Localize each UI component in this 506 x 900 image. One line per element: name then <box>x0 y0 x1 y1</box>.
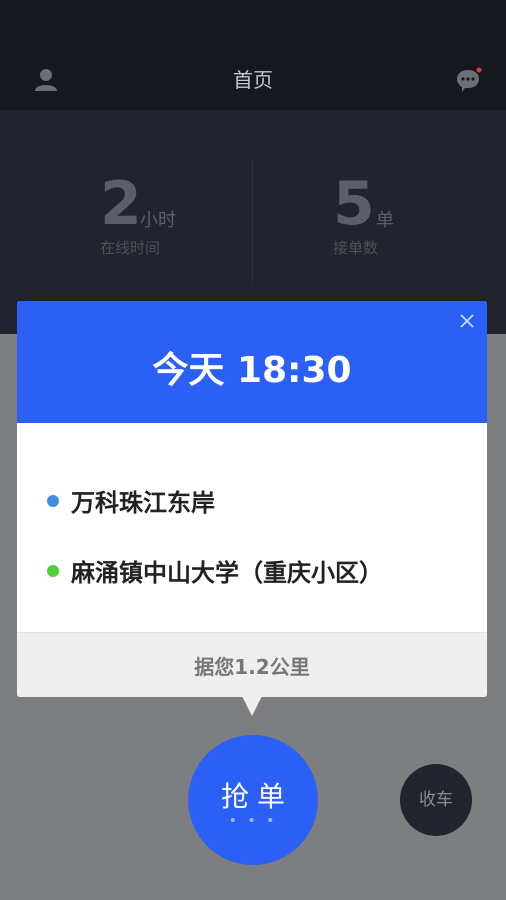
online-hours-label: 在线时间 <box>100 239 161 257</box>
dropoff-address-text: 麻涌镇中山大学（重庆小区） <box>71 559 383 587</box>
close-icon[interactable] <box>457 311 477 331</box>
online-hours-unit: 小时 <box>140 210 176 231</box>
top-bar: 首页 <box>0 0 506 110</box>
orders-value: 5 <box>333 169 375 239</box>
grab-order-label: 抢单 <box>220 780 293 813</box>
pickup-address-text: 万科珠江东岸 <box>71 489 215 517</box>
notification-badge <box>476 67 482 73</box>
dropoff-dot <box>47 564 59 577</box>
card-pointer <box>242 696 262 716</box>
online-hours-value: 2 <box>100 169 142 239</box>
stop-car-button[interactable]: 收车 <box>400 764 472 836</box>
grab-order-dots: • • • <box>228 813 278 829</box>
chat-bubble-icon[interactable] <box>455 66 483 94</box>
order-card-header: 今天 18:30 <box>17 301 487 423</box>
order-card: 今天 18:30 万科珠江东岸 麻涌镇中山大学（重庆小区） 据您1.2公里 <box>17 301 487 697</box>
orders-label: 接单数 <box>333 239 379 257</box>
order-time: 今天 18:30 <box>152 350 352 391</box>
pickup-dot <box>47 494 59 507</box>
distance-bar: 据您1.2公里 <box>17 632 487 697</box>
stats-divider <box>252 160 253 282</box>
pickup-address: 万科珠江东岸 <box>47 483 215 518</box>
dropoff-address: 麻涌镇中山大学（重庆小区） <box>47 553 383 588</box>
grab-order-button[interactable]: 抢单 • • • <box>188 735 318 865</box>
distance-text: 据您1.2公里 <box>194 655 310 679</box>
page-title: 首页 <box>233 68 273 92</box>
orders-unit: 单 <box>376 210 394 231</box>
